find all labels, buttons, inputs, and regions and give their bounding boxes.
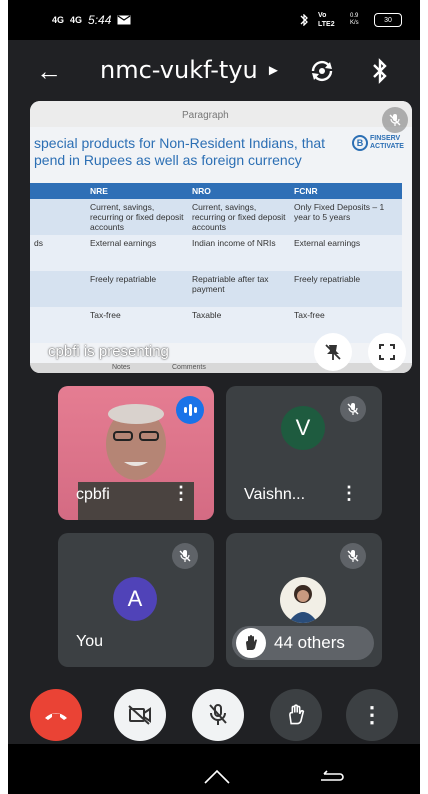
slide-bottom-bar: Notes Comments <box>30 363 412 373</box>
speaking-indicator-icon <box>176 396 204 424</box>
back-nav-icon[interactable] <box>318 766 344 786</box>
lte-indicator: Vo LTE2 <box>318 12 335 28</box>
vibrate-bluetooth-icon <box>300 14 308 26</box>
others-pill[interactable]: 44 others <box>232 626 374 660</box>
camera-toggle-button[interactable] <box>114 689 166 741</box>
toolbar-label: Paragraph <box>182 110 229 121</box>
avatar: A <box>113 577 157 621</box>
participant-tile-vaishn[interactable]: V Vaishn... ⋮ <box>226 386 382 520</box>
vertical-dots-icon: ⋮ <box>361 702 383 727</box>
mic-muted-icon <box>172 543 198 569</box>
slide-table: NRE NRO FCNR Current, savings, recurring… <box>30 183 402 343</box>
bluetooth-icon[interactable] <box>370 57 390 85</box>
comments-label: Comments <box>172 364 206 371</box>
mic-muted-icon <box>340 396 366 422</box>
meet-screen: 4G 4G 5:44 Vo LTE2 0.9 K/s 30 ← nmc-vukf… <box>8 0 420 794</box>
presentation-view[interactable]: Paragraph special products for Non-Resid… <box>30 101 412 373</box>
participant-tile-you[interactable]: A You <box>58 533 214 667</box>
table-row: ds External earnings Indian income of NRIs… <box>30 235 402 271</box>
participant-tile-cpbfi[interactable]: cpbfi ⋮ <box>58 386 214 520</box>
switch-camera-icon[interactable] <box>308 57 336 85</box>
chevron-right-icon[interactable]: ► <box>266 62 281 79</box>
more-options-icon[interactable]: ⋮ <box>172 483 190 504</box>
meeting-code[interactable]: nmc-vukf-tyu <box>100 56 258 84</box>
raise-hand-button[interactable] <box>270 689 322 741</box>
notes-label: Notes <box>112 364 131 371</box>
signal-1: 4G <box>52 14 65 25</box>
fullscreen-button[interactable] <box>368 333 406 371</box>
mic-toggle-button[interactable] <box>192 689 244 741</box>
participant-name: cpbfi <box>76 486 110 503</box>
end-call-button[interactable] <box>30 689 82 741</box>
system-nav-bar <box>8 744 420 794</box>
message-icon <box>117 15 131 25</box>
status-bar: 4G 4G 5:44 Vo LTE2 0.9 K/s 30 <box>8 0 420 40</box>
battery-icon: 30 <box>374 13 402 27</box>
more-options-button[interactable]: ⋮ <box>346 689 398 741</box>
presenting-label: cpbfi is presenting <box>48 343 169 360</box>
mic-muted-icon <box>340 543 366 569</box>
finserv-logo: B FINSERV ACTIVATE <box>352 135 404 151</box>
status-time: 5:44 <box>88 13 112 27</box>
home-icon[interactable] <box>202 767 232 785</box>
hand-icon <box>289 704 305 725</box>
hang-up-icon <box>45 713 67 720</box>
table-row: Freely repatriable Repatriable after tax … <box>30 271 402 307</box>
slide-toolbar: Paragraph <box>30 101 412 127</box>
table-header-row: NRE NRO FCNR <box>30 183 402 199</box>
table-row: Current, savings, recurring or fixed dep… <box>30 199 402 235</box>
back-arrow-icon[interactable]: ← <box>36 58 62 84</box>
more-options-icon[interactable]: ⋮ <box>340 483 358 504</box>
raised-hand-icon <box>236 628 266 658</box>
unpin-icon <box>325 344 341 360</box>
avatar <box>280 577 326 623</box>
meeting-header: ← nmc-vukf-tyu ► <box>8 40 420 102</box>
unpin-button[interactable] <box>314 333 352 371</box>
others-count: 44 others <box>274 633 345 652</box>
mic-off-icon <box>209 704 227 725</box>
signal-2: 4G <box>70 14 83 25</box>
avatar: V <box>281 406 325 450</box>
participant-name: You <box>76 633 103 650</box>
participant-name: Vaishn... <box>244 486 306 503</box>
fullscreen-icon <box>379 344 395 360</box>
presenter-muted-icon <box>382 107 408 133</box>
net-speed: 0.9 K/s <box>350 13 359 26</box>
camera-off-icon <box>128 705 151 725</box>
slide-headline: special products for Non-Resident Indian… <box>34 135 326 168</box>
